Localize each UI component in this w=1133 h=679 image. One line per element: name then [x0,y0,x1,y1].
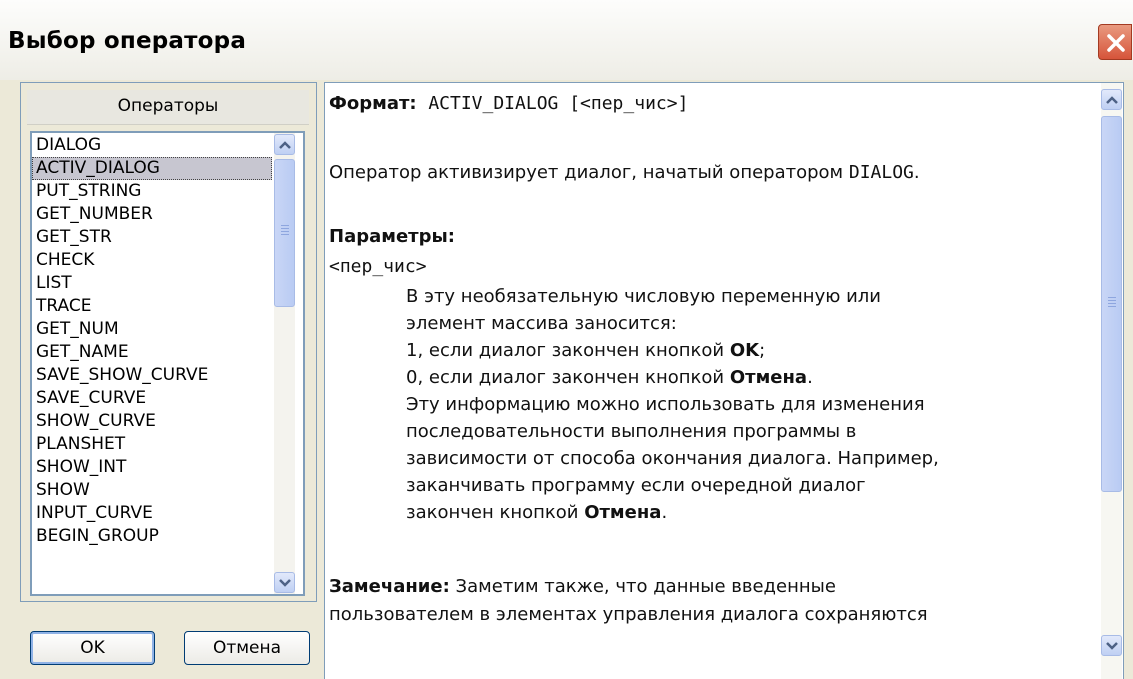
description-text: Оператор активизирует диалог, начатый оп… [329,162,849,183]
list-item[interactable]: INPUT_CURVE [32,502,272,525]
param-line-9-bold: Отмена [584,502,662,523]
list-item[interactable]: GET_NUMBER [32,203,272,226]
list-item[interactable]: SAVE_CURVE [32,387,272,410]
scroll-up-button[interactable] [274,134,295,155]
param-name: <пер_чис> [329,256,427,277]
scroll-down-button[interactable] [274,572,295,593]
param-line-3-text: 1, если диалог закончен кнопкой [406,340,730,361]
param-line-9-text: закончен кнопкой [406,502,585,523]
list-item[interactable]: SHOW_CURVE [32,410,272,433]
arrow-down-icon [1106,642,1118,650]
param-line-4-bold: Отмена [729,367,808,388]
description-line: Оператор активизирует диалог, начатый оп… [329,162,920,183]
format-label: Формат: [329,93,417,114]
param-line-2: элемент массива заносится: [406,313,677,334]
list-item[interactable]: BEGIN_GROUP [32,525,272,548]
operators-list: DIALOG ACTIV_DIALOG PUT_STRING GET_NUMBER GE… [32,134,272,548]
ok-button[interactable]: OK [30,631,155,665]
close-icon [1107,34,1125,52]
params-label: Параметры: [329,226,455,247]
help-panel[interactable]: Формат: ACTIV_DIALOG [<пер_чис>] Операто… [324,82,1124,679]
operators-header[interactable]: Операторы [27,90,309,125]
param-line-4-end: . [807,367,813,388]
operators-listbox[interactable]: DIALOG ACTIV_DIALOG PUT_STRING GET_NUMBER GE… [30,131,305,596]
list-item[interactable]: GET_NAME [32,341,272,364]
note-text-1: Заметим также, что данные введенные [449,576,836,597]
list-item[interactable]: TRACE [32,295,272,318]
arrow-up-icon [279,141,291,149]
param-line-8: заканчивать программу если очередной диа… [406,475,866,496]
description-end: . [913,162,920,183]
param-line-9-end: . [661,502,668,523]
list-item[interactable]: SAVE_SHOW_CURVE [32,364,272,387]
window-title: Выбор оператора [8,28,247,54]
note-line-2: пользователем в элементах управления диа… [329,604,928,625]
list-item[interactable]: PLANSHET [32,433,272,456]
operator-select-dialog: Выбор оператора Операторы DIALOG ACTIV_DI… [0,0,1133,679]
format-code: ACTIV_DIALOG [<пер_чис>] [428,93,689,114]
note-label: Замечание: [329,576,450,597]
arrow-down-icon [279,579,291,587]
title-bar[interactable]: Выбор оператора [0,0,1133,80]
list-item[interactable]: LIST [32,272,272,295]
help-scroll-thumb[interactable] [1101,116,1122,492]
close-button[interactable] [1098,24,1132,60]
list-item[interactable]: DIALOG [32,134,272,157]
operators-scrollbar[interactable] [274,133,295,594]
list-item[interactable]: SHOW_INT [32,456,272,479]
param-line-3: 1, если диалог закончен кнопкой OK; [406,340,765,361]
param-line-6: последовательности выполнения программы … [406,421,857,442]
description-code: DIALOG [848,162,914,183]
param-line-3-end: ; [759,340,766,361]
list-item[interactable]: CHECK [32,249,272,272]
param-line-3-bold: OK [729,340,760,361]
scroll-thumb[interactable] [274,159,295,307]
param-line-4-text: 0, если диалог закончен кнопкой [406,367,730,388]
param-line-1: В эту необязательную числовую переменную… [406,286,882,307]
list-item[interactable]: SHOW [32,479,272,502]
list-item[interactable]: GET_STR [32,226,272,249]
list-item[interactable]: ACTIV_DIALOG [32,157,272,180]
format-line: Формат: ACTIV_DIALOG [<пер_чис>] [329,93,688,114]
help-scrollbar[interactable] [1101,83,1122,679]
note-line-1: Замечание: Заметим также, что данные вве… [329,576,836,597]
param-line-7: зависимости от способа окончания диалога… [406,448,939,469]
param-line-5: Эту информацию можно использовать для из… [406,394,925,415]
list-item[interactable]: PUT_STRING [32,180,272,203]
param-line-9: закончен кнопкой Отмена. [406,502,667,523]
help-scroll-down-button[interactable] [1101,635,1122,656]
param-line-4: 0, если диалог закончен кнопкой Отмена. [406,367,813,388]
help-scroll-up-button[interactable] [1101,89,1122,110]
arrow-up-icon [1106,96,1118,104]
cancel-button[interactable]: Отмена [184,631,310,665]
list-item[interactable]: GET_NUM [32,318,272,341]
